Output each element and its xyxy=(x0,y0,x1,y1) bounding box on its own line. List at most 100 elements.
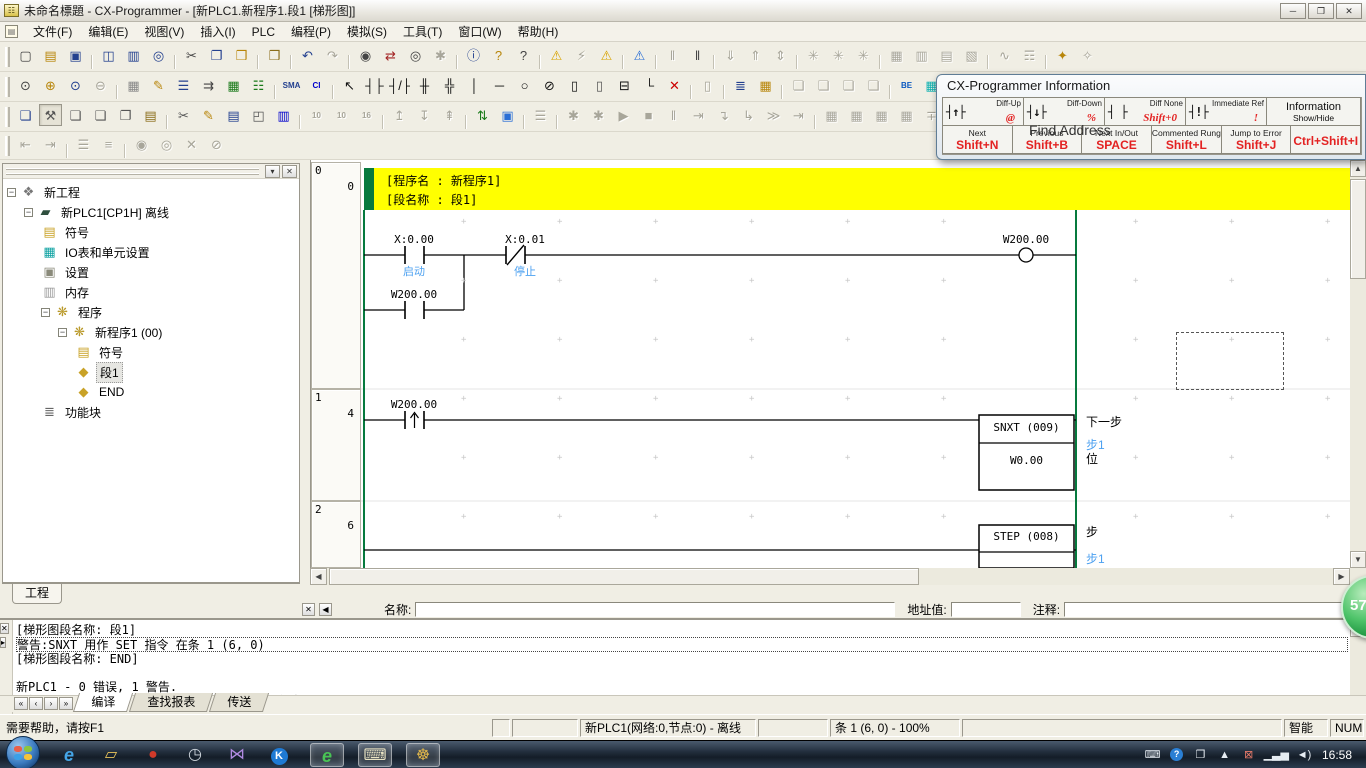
instruction-operand[interactable]: W0.00 xyxy=(979,454,1074,467)
new-horizontal-line-button[interactable]: ─ xyxy=(488,74,511,96)
paste-button[interactable]: ❒ xyxy=(230,44,253,66)
ie-icon[interactable]: e xyxy=(52,743,86,767)
name-field[interactable] xyxy=(415,602,895,617)
toggle-project-window-button[interactable]: ❏ xyxy=(14,104,37,126)
scroll-thumb[interactable] xyxy=(1350,179,1366,279)
panel-grip[interactable]: ▾ ✕ xyxy=(3,164,299,179)
page-setup-button[interactable]: ◫ xyxy=(97,44,120,66)
tab-project[interactable]: 工程 xyxy=(12,584,62,604)
selection-rectangle[interactable] xyxy=(1176,332,1284,390)
toggle-grid-button[interactable]: ▦ xyxy=(122,74,145,96)
ci-view-button[interactable]: CI xyxy=(305,74,328,96)
menu-item-0[interactable]: 文件(F) xyxy=(25,23,80,41)
address-reference-list-button[interactable]: ☰ xyxy=(172,74,195,96)
copy-button[interactable]: ❐ xyxy=(205,44,228,66)
new-vertical-line-button[interactable]: │ xyxy=(463,74,486,96)
find-retrace-button[interactable]: ◎ xyxy=(404,44,427,66)
tree-item-project[interactable]: −❖新工程 xyxy=(3,182,299,202)
select-mode-button[interactable]: ↖ xyxy=(338,74,361,96)
tree-expander[interactable]: − xyxy=(24,208,33,217)
panel-menu-button[interactable]: ▾ xyxy=(265,165,280,178)
properties-button[interactable]: ▤ xyxy=(139,104,162,126)
output-line-3[interactable] xyxy=(16,666,1348,680)
toolbar-grip[interactable] xyxy=(5,136,10,156)
output-tab-2[interactable]: 传送 xyxy=(209,693,269,712)
monitor-mode-button[interactable]: ▣ xyxy=(496,104,519,126)
new-instruction-block-button[interactable]: ⊟ xyxy=(613,74,636,96)
scroll-left-button[interactable]: ◀ xyxy=(310,568,327,585)
explorer-icon[interactable]: ▱ xyxy=(94,743,128,767)
ladder-diagram-editor[interactable]: ++++++++++++++++++++++++++++++++++++++++… xyxy=(310,160,1350,568)
rung-margin-2[interactable]: 2 6 xyxy=(311,501,361,568)
toolbar-grip[interactable] xyxy=(5,77,10,97)
tree-item-plc[interactable]: −▰新PLC1[CP1H] 离线 xyxy=(3,202,299,222)
edit-comment-button[interactable]: ✎ xyxy=(197,104,220,126)
tab-scroll-last-button[interactable]: » xyxy=(59,697,73,710)
scroll-down-button[interactable]: ▼ xyxy=(1350,551,1366,568)
set-password-button[interactable]: ✦ xyxy=(1051,44,1074,66)
pause-button[interactable]: ‖ xyxy=(686,44,709,66)
media-clock-icon[interactable]: ◷ xyxy=(178,743,212,767)
print-button[interactable]: ▥ xyxy=(122,44,145,66)
zoom-in-button[interactable]: ⊕ xyxy=(39,74,62,96)
new-contact-button[interactable]: ┤├ xyxy=(363,74,386,96)
child-window-icon[interactable]: ▤ xyxy=(5,25,18,38)
open-file-button[interactable]: ▤ xyxy=(39,44,62,66)
rung-margin-0[interactable]: 0 0 xyxy=(311,162,361,389)
tree-expander[interactable]: − xyxy=(41,308,50,317)
start-button[interactable] xyxy=(6,736,40,768)
address-value-field[interactable] xyxy=(951,602,1021,617)
output-line-0[interactable]: [梯形图段名称: 段1] xyxy=(16,623,1348,637)
pin-app-icon[interactable]: ● xyxy=(136,743,170,767)
new-or-closed-contact-button[interactable]: ╬ xyxy=(438,74,461,96)
instruction-name[interactable]: STEP (008) xyxy=(979,530,1074,543)
toggle-cross-reference-button[interactable]: ❏ xyxy=(89,104,112,126)
paint-app-icon[interactable]: ☸ xyxy=(406,743,440,767)
tray-window-icon[interactable]: ❐ xyxy=(1192,748,1210,761)
rung-comment-button[interactable]: ✎ xyxy=(147,74,170,96)
tray-help-icon[interactable]: ? xyxy=(1168,748,1186,761)
toggle-address-reference-button[interactable]: ❐ xyxy=(114,104,137,126)
minimize-button[interactable]: ─ xyxy=(1280,3,1306,19)
output-line-4[interactable]: 新PLC1 - 0 错误, 1 警告. xyxy=(16,680,1348,694)
output-tab-0[interactable]: 编译 xyxy=(73,693,133,712)
io-comment-view-button[interactable]: ▥ xyxy=(272,104,295,126)
kmplayer-icon[interactable]: ⋈ xyxy=(220,743,254,767)
menu-item-4[interactable]: PLC xyxy=(244,23,283,41)
help-topics-button[interactable]: ? xyxy=(487,44,510,66)
stack-view-button[interactable]: ≣ xyxy=(729,74,752,96)
tree-item-settings[interactable]: ▣设置 xyxy=(3,262,299,282)
menu-item-5[interactable]: 编程(P) xyxy=(283,23,339,41)
tab-scroll-next-button[interactable]: › xyxy=(44,697,58,710)
tray-keyboard-icon[interactable]: ⌨ xyxy=(1144,748,1162,761)
symbol-table-button[interactable]: ▦ xyxy=(222,74,245,96)
tab-scroll-prev-button[interactable]: ‹ xyxy=(29,697,43,710)
tree-item-program1[interactable]: −❋新程序1 (00) xyxy=(3,322,299,342)
be-view-button[interactable]: BE xyxy=(895,74,918,96)
tree-item-section-end[interactable]: ◆END xyxy=(3,382,299,402)
find-button[interactable]: ◉ xyxy=(354,44,377,66)
green-browser-icon[interactable]: e xyxy=(310,743,344,767)
cx-programmer-information-dialog[interactable]: CX-Programmer Information ┤↑├ Diff-Up @ … xyxy=(936,74,1366,160)
symbol-bar-close-button[interactable]: ✕ xyxy=(302,603,315,616)
ladder-horizontal-scrollbar[interactable]: ◀ ▶ xyxy=(310,568,1350,585)
monitor-in-rung-button[interactable]: ⇉ xyxy=(197,74,220,96)
transfer-options-button[interactable]: ⚠ xyxy=(628,44,651,66)
tree-expander[interactable]: − xyxy=(7,188,16,197)
zoom-to-fit-button[interactable]: ⊙ xyxy=(14,74,37,96)
tray-volume-icon[interactable]: ◄) xyxy=(1295,749,1313,761)
new-file-button[interactable]: ▢ xyxy=(14,44,37,66)
k-app-icon[interactable]: K xyxy=(262,743,296,767)
cut-button[interactable]: ✂ xyxy=(180,44,203,66)
menu-item-6[interactable]: 模拟(S) xyxy=(339,23,395,41)
scroll-right-button[interactable]: ▶ xyxy=(1333,568,1350,585)
symbol-bar-collapse-button[interactable]: ◀ xyxy=(319,603,332,616)
delete-mode-button[interactable]: ✕ xyxy=(663,74,686,96)
clip-rung-button[interactable]: ✂ xyxy=(172,104,195,126)
dialog-view-button[interactable]: ◰ xyxy=(247,104,270,126)
tree-expander[interactable]: − xyxy=(58,328,67,337)
work-online-button[interactable]: ⇅ xyxy=(471,104,494,126)
output-line-2[interactable]: [梯形图段名称: END] xyxy=(16,652,1348,666)
replace-button[interactable]: ⇄ xyxy=(379,44,402,66)
new-coil-button[interactable]: ○ xyxy=(513,74,536,96)
